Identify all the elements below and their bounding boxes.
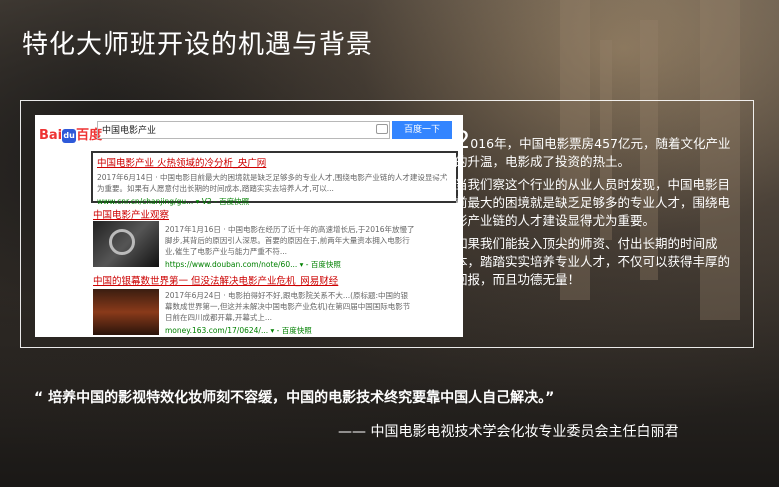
search-input[interactable]: 中国电影产业 — [97, 121, 390, 139]
paragraph-1: 2016年，中国电影票房457亿元，随着文化产业的升温，电影成了投资的热土。 — [455, 126, 731, 169]
search-results-screenshot: Baidu百度 中国电影产业 百度一下 中国电影产业 火热领域的冷分析_央广网 … — [35, 115, 463, 337]
body-text: 2016年，中国电影票房457亿元，随着文化产业的升温，电影成了投资的热土。 当… — [455, 126, 737, 294]
content-panel: Baidu百度 中国电影产业 百度一下 中国电影产业 火热领域的冷分析_央广网 … — [20, 100, 754, 348]
callout-pointer — [428, 171, 448, 191]
result-title[interactable]: 中国电影产业 火热领域的冷分析_央广网 — [97, 155, 452, 169]
result-desc: 2017年6月14日 · 中国电影目前最大的困境就是缺乏足够多的专业人才,围绕电… — [97, 173, 448, 193]
result-desc: 2017年1月16日 · 中国电影在经历了近十年的高速增长后,于2016年放慢了… — [165, 225, 415, 256]
baidu-logo: Baidu百度 — [39, 128, 103, 143]
search-result-3-body: 2017年6月24日 · 电影拍得好不好,跟电影院关系不大...(原标题:中国的… — [165, 287, 415, 336]
search-button[interactable]: 百度一下 — [392, 121, 452, 139]
search-bar: Baidu百度 中国电影产业 百度一下 — [39, 121, 459, 143]
cinema-thumbnail — [93, 289, 159, 335]
result-url[interactable]: www.cnr.cn/chanjing/gu... ▾ V2 - 百度快照 — [97, 196, 452, 207]
quote-attribution: —— 中国电影电视技术学会化妆专业委员会主任白丽君 — [338, 424, 679, 440]
camera-icon[interactable] — [376, 124, 388, 134]
film-reel-thumbnail — [93, 221, 159, 267]
search-result-1[interactable]: 中国电影产业 火热领域的冷分析_央广网 2017年6月14日 · 中国电影目前最… — [91, 151, 458, 206]
slide-title: 特化大师班开设的机遇与背景 — [22, 30, 374, 60]
result-title[interactable]: 中国的银幕数世界第一 但没法解决电影产业危机_网易财经 — [93, 273, 423, 287]
result-desc: 2017年6月24日 · 电影拍得好不好,跟电影院关系不大...(原标题:中国的… — [165, 291, 411, 322]
film-reel-icon — [109, 229, 135, 255]
search-result-3[interactable]: 中国的银幕数世界第一 但没法解决电影产业危机_网易财经 — [93, 273, 423, 287]
drop-cap: 2 — [455, 126, 471, 154]
paragraph-3: 如果我们能投入顶尖的师资、付出长期的时间成本，踏踏实实培养专业人才，不仅可以获得… — [455, 236, 731, 287]
search-result-2-body: 2017年1月16日 · 中国电影在经历了近十年的高速增长后,于2016年放慢了… — [165, 221, 415, 270]
search-result-2[interactable]: 中国电影产业观察 — [93, 207, 423, 221]
result-title[interactable]: 中国电影产业观察 — [93, 207, 423, 221]
paragraph-2: 当我们察这个行业的从业人员时发现，中国电影目前最大的困境就是缺乏足够多的专业人才… — [455, 177, 731, 228]
result-url[interactable]: https://www.douban.com/note/60... ▾ - 百度… — [165, 259, 415, 270]
result-url[interactable]: money.163.com/17/0624/... ▾ - 百度快照 — [165, 325, 415, 336]
quote-text: “ 培养中国的影视特效化妆师刻不容缓，中国的电影技术终究要靠中国人自己解决。” — [34, 390, 555, 406]
